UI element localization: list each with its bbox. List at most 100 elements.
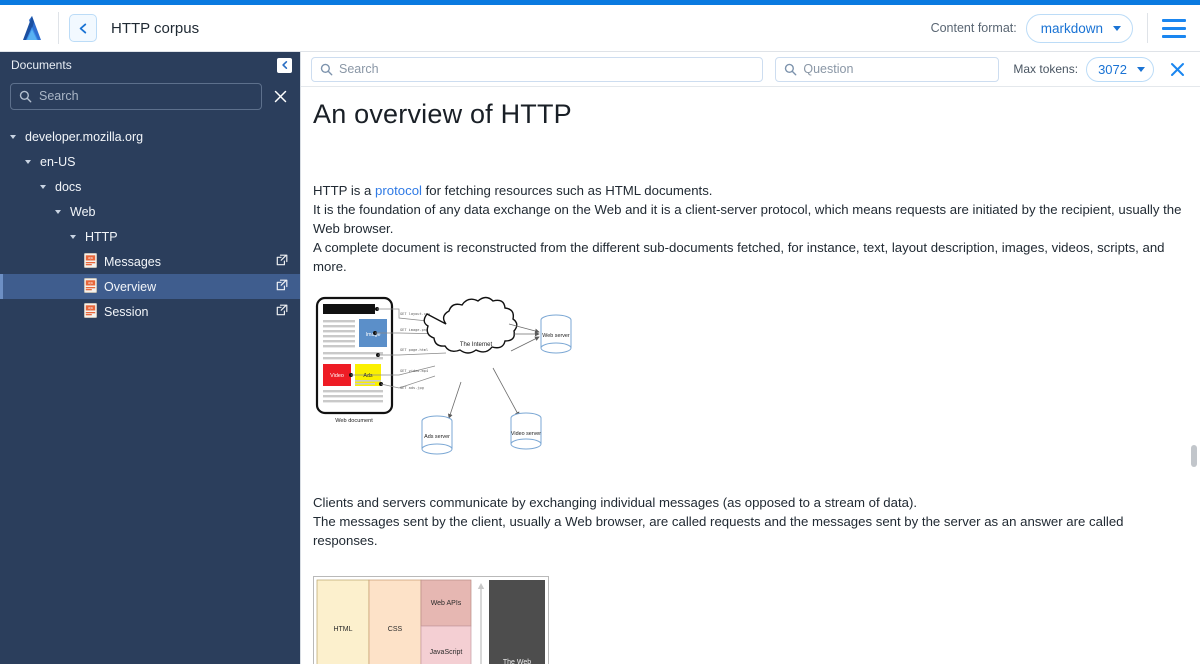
svg-text:Ads server: Ads server xyxy=(424,434,450,440)
header-divider-2 xyxy=(1147,13,1148,43)
tree-node-label: Web xyxy=(70,205,95,219)
content-format-label: Content format: xyxy=(931,21,1017,35)
protocol-link[interactable]: protocol xyxy=(375,183,422,198)
chevron-left-icon xyxy=(77,22,90,35)
max-tokens-select[interactable]: 3072 xyxy=(1086,57,1154,82)
close-icon xyxy=(273,89,288,104)
svg-text:Web document: Web document xyxy=(335,418,373,424)
svg-text:JavaScript: JavaScript xyxy=(430,649,463,656)
sidebar-clear-button[interactable] xyxy=(268,84,292,108)
svg-text:Video server: Video server xyxy=(511,431,541,437)
external-link-icon[interactable] xyxy=(276,279,288,294)
tree-node-web[interactable]: Web xyxy=(0,199,300,224)
paragraph-2: Clients and servers communicate by excha… xyxy=(313,493,1186,550)
html-file-icon: <> xyxy=(84,303,97,321)
svg-text:HTML: HTML xyxy=(333,626,352,633)
tree-node-label: HTTP xyxy=(85,230,118,244)
max-tokens-label: Max tokens: xyxy=(1013,62,1078,76)
app-header: HTTP corpus Content format: markdown xyxy=(0,5,1200,52)
paragraph-1-text-a: HTTP is a xyxy=(313,183,375,198)
request-label: GET image.png xyxy=(400,328,428,332)
body-split: Documents xyxy=(0,52,1200,664)
svg-text:<>: <> xyxy=(88,281,94,286)
documents-sidebar: Documents xyxy=(0,52,300,664)
search-icon xyxy=(19,90,32,103)
header-divider xyxy=(58,12,59,44)
html-file-icon: <> xyxy=(84,253,97,271)
paragraph-1-text-b: for fetching resources such as HTML docu… xyxy=(422,183,713,198)
content-format-value: markdown xyxy=(1041,21,1103,36)
chevron-down-icon xyxy=(66,235,80,239)
svg-text:<>: <> xyxy=(88,306,94,311)
svg-text:The Internet: The Internet xyxy=(460,342,493,348)
svg-text:The Web: The Web xyxy=(503,659,531,664)
hamburger-menu-icon[interactable] xyxy=(1162,19,1186,38)
external-link-icon[interactable] xyxy=(276,254,288,269)
main-toolbar: Max tokens: 3072 xyxy=(301,52,1200,87)
paragraph-1: HTTP is a protocol for fetching resource… xyxy=(313,181,1186,276)
svg-text:Web APIs: Web APIs xyxy=(431,600,462,607)
sidebar-item-messages[interactable]: <> Messages xyxy=(0,249,300,274)
content-format-select[interactable]: markdown xyxy=(1026,14,1133,43)
document-tree: developer.mozilla.org en-US docs Web HTT… xyxy=(0,124,300,324)
external-link-icon[interactable] xyxy=(276,304,288,319)
question-field[interactable] xyxy=(775,57,999,82)
corpus-title: HTTP corpus xyxy=(111,20,199,37)
tree-node-label: developer.mozilla.org xyxy=(25,130,143,144)
close-icon xyxy=(1169,61,1186,78)
sidebar-title: Documents xyxy=(11,58,72,72)
sidebar-header: Documents xyxy=(0,52,300,78)
chevron-down-icon xyxy=(51,210,65,214)
tree-node-docs[interactable]: docs xyxy=(0,174,300,199)
close-panel-button[interactable] xyxy=(1164,56,1190,82)
header-right-controls: Content format: markdown xyxy=(931,13,1186,43)
paragraph-2-line-1: Clients and servers communicate by excha… xyxy=(313,495,917,510)
paragraph-2-line-2: The messages sent by the client, usually… xyxy=(313,514,1123,548)
chevron-down-icon xyxy=(36,185,50,189)
sidebar-collapse-button[interactable] xyxy=(277,58,292,73)
paragraph-1-line-2: It is the foundation of any data exchang… xyxy=(313,202,1181,236)
main-panel: Max tokens: 3072 An overview of HTTP HTT… xyxy=(300,52,1200,664)
chevron-down-icon xyxy=(1137,67,1145,72)
web-technology-stack-diagram: HTML CSS Web APIs JavaScript HTTP DNS TL… xyxy=(313,576,1186,664)
sidebar-item-session[interactable]: <> Session xyxy=(0,299,300,324)
svg-text:Web server: Web server xyxy=(542,333,570,339)
request-label: GET ads.jpg xyxy=(400,386,424,390)
svg-text:Video: Video xyxy=(330,373,344,379)
request-label: GET video.mp4 xyxy=(400,369,428,373)
question-input[interactable] xyxy=(803,62,990,76)
page-title: An overview of HTTP xyxy=(313,99,1186,130)
main-scrollbar-thumb[interactable] xyxy=(1191,445,1197,467)
max-tokens-value: 3072 xyxy=(1098,62,1127,77)
tree-node-en-us[interactable]: en-US xyxy=(0,149,300,174)
sidebar-item-label: Overview xyxy=(104,280,276,294)
request-label: GET page.html xyxy=(400,348,428,352)
sidebar-search-box[interactable] xyxy=(10,83,262,110)
sidebar-search-row xyxy=(0,78,300,114)
html-file-icon: <> xyxy=(84,278,97,296)
app-logo-icon[interactable] xyxy=(10,9,54,47)
chevron-down-icon xyxy=(21,160,35,164)
paragraph-1-line-3: A complete document is reconstructed fro… xyxy=(313,240,1165,274)
document-scroll-area[interactable]: An overview of HTTP HTTP is a protocol f… xyxy=(301,87,1200,664)
tree-node-http[interactable]: HTTP xyxy=(0,224,300,249)
search-icon xyxy=(784,63,797,76)
back-button[interactable] xyxy=(69,14,97,42)
search-icon xyxy=(320,63,333,76)
fetching-a-page-diagram: Image Video Ads Web document xyxy=(313,296,593,466)
chevron-left-icon xyxy=(280,60,290,70)
svg-text:<>: <> xyxy=(88,256,94,261)
chevron-down-icon xyxy=(1113,26,1121,31)
sidebar-item-overview[interactable]: <> Overview xyxy=(0,274,300,299)
sidebar-item-label: Messages xyxy=(104,255,276,269)
sidebar-search-input[interactable] xyxy=(39,89,253,103)
tree-node-label: en-US xyxy=(40,155,75,169)
chevron-down-icon xyxy=(6,135,20,139)
sidebar-item-label: Session xyxy=(104,305,276,319)
tree-node-label: docs xyxy=(55,180,81,194)
tree-node-developer-mozilla-org[interactable]: developer.mozilla.org xyxy=(0,124,300,149)
svg-text:CSS: CSS xyxy=(388,626,403,633)
svg-text:Ads: Ads xyxy=(363,373,373,379)
doc-search-field[interactable] xyxy=(311,57,763,82)
doc-search-input[interactable] xyxy=(339,62,754,76)
